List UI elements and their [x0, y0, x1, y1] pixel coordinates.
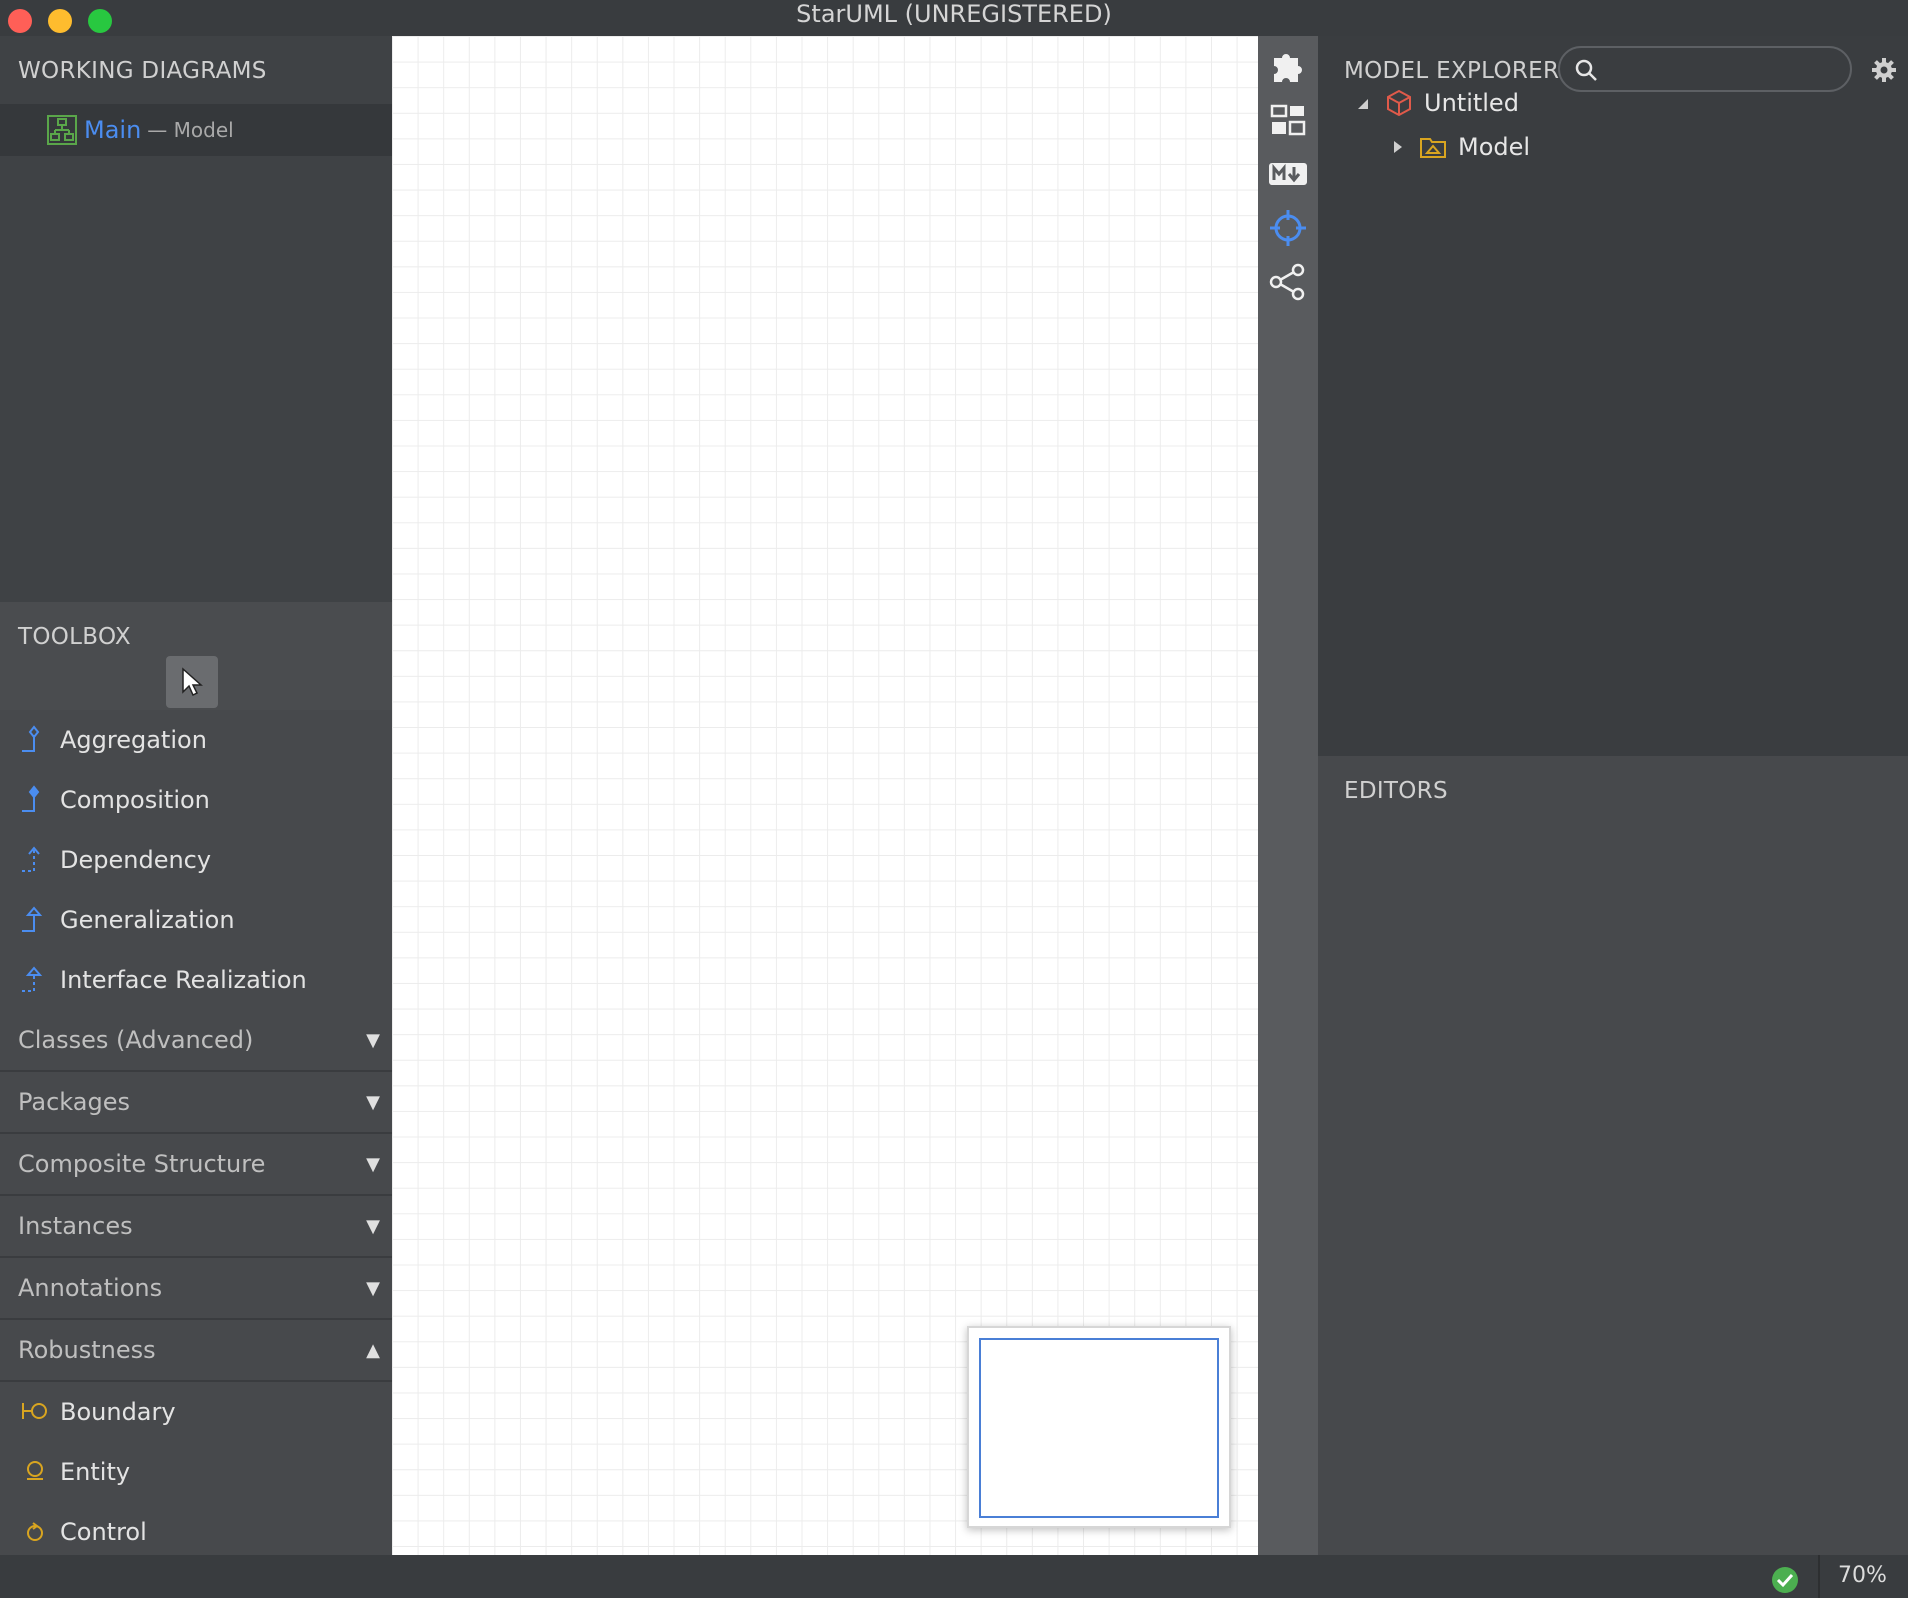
- group-label: Instances: [18, 1212, 133, 1240]
- toolbox-header: TOOLBOX: [0, 602, 392, 710]
- group-label: Classes (Advanced): [18, 1026, 254, 1054]
- aggregation-icon: [22, 725, 40, 752]
- zoom-level[interactable]: 70%: [1838, 1563, 1887, 1588]
- check-circle-icon[interactable]: [1770, 1565, 1800, 1595]
- editors-panel: EDITORS: [1318, 756, 1908, 1555]
- toolbox-group-instances[interactable]: Instances ▼: [0, 1196, 392, 1258]
- tool-aggregation[interactable]: Aggregation: [0, 710, 392, 770]
- gear-icon[interactable]: [1870, 56, 1898, 84]
- entity-icon: [27, 1461, 43, 1480]
- toolbox-list: Aggregation Composition Dependency Gener…: [0, 710, 392, 1562]
- tool-label: Interface Realization: [60, 966, 307, 994]
- working-diagram-name: Main: [84, 116, 142, 144]
- minimap[interactable]: [967, 1326, 1231, 1528]
- editors-title: EDITORS: [1344, 778, 1448, 804]
- composition-icon: [22, 785, 40, 812]
- toolbox-group-packages[interactable]: Packages ▼: [0, 1072, 392, 1134]
- tool-label: Dependency: [60, 846, 212, 874]
- status-divider: [1818, 1555, 1820, 1598]
- triangle-down-icon: ▼: [366, 1216, 380, 1237]
- model-explorer-panel: MODEL EXPLORER Untitled Model: [1318, 36, 1908, 756]
- working-diagrams-title: WORKING DIAGRAMS: [18, 58, 267, 84]
- tool-generalization[interactable]: Generalization: [0, 890, 392, 950]
- tree-item-label: Untitled: [1424, 89, 1519, 117]
- layout-icon[interactable]: [1268, 100, 1308, 140]
- working-diagram-owner: — Model: [147, 118, 234, 142]
- triangle-up-icon: ▲: [366, 1340, 380, 1361]
- pointer-tool-button[interactable]: [166, 656, 218, 708]
- triangle-down-icon: ▼: [366, 1030, 380, 1051]
- toolbox-group-annotations[interactable]: Annotations ▼: [0, 1258, 392, 1320]
- right-icon-bar: [1258, 36, 1318, 1555]
- left-sidebar: WORKING DIAGRAMS Main — Model TOOLBOX Ag…: [0, 36, 392, 1555]
- group-label: Packages: [18, 1088, 130, 1116]
- generalization-icon: [22, 906, 43, 932]
- tool-label: Entity: [60, 1458, 131, 1486]
- status-bar: 70%: [0, 1555, 1908, 1598]
- search-input[interactable]: [1608, 54, 1838, 84]
- triangle-down-icon: ▼: [366, 1278, 380, 1299]
- minimap-viewport[interactable]: [979, 1338, 1219, 1518]
- control-icon: [27, 1522, 43, 1541]
- tool-label: Composition: [60, 786, 210, 814]
- group-label: Robustness: [18, 1336, 156, 1364]
- tool-label: Aggregation: [60, 726, 207, 754]
- expanded-triangle-icon[interactable]: [1354, 93, 1374, 113]
- window-title: StarUML (UNREGISTERED): [796, 0, 1112, 28]
- tool-label: Boundary: [60, 1398, 176, 1426]
- tree-item-model[interactable]: Model: [1388, 132, 1530, 162]
- working-diagrams-panel: WORKING DIAGRAMS Main — Model: [0, 36, 392, 602]
- tool-entity[interactable]: Entity: [0, 1442, 392, 1502]
- triangle-down-icon: ▼: [366, 1092, 380, 1113]
- toolbox-group-composite-structure[interactable]: Composite Structure ▼: [0, 1134, 392, 1196]
- class-diagram-icon: [47, 115, 77, 145]
- triangle-down-icon: ▼: [366, 1154, 380, 1175]
- tool-composition[interactable]: Composition: [0, 770, 392, 830]
- toolbox-title: TOOLBOX: [18, 624, 131, 650]
- boundary-icon: [22, 1403, 47, 1419]
- share-icon[interactable]: [1268, 262, 1308, 302]
- title-bar: StarUML (UNREGISTERED): [0, 0, 1908, 36]
- toolbox-group-robustness[interactable]: Robustness ▲: [0, 1320, 392, 1382]
- tool-interface-realization[interactable]: Interface Realization: [0, 950, 392, 1010]
- interface-realization-icon: [22, 966, 43, 992]
- group-label: Annotations: [18, 1274, 163, 1302]
- diagram-canvas[interactable]: [392, 36, 1258, 1555]
- group-label: Composite Structure: [18, 1150, 266, 1178]
- working-diagram-item-main[interactable]: Main — Model: [0, 104, 392, 156]
- extensions-icon[interactable]: [1268, 46, 1308, 86]
- collapsed-triangle-icon[interactable]: [1388, 137, 1408, 157]
- model-icon: [1420, 138, 1446, 158]
- tool-label: Control: [60, 1518, 147, 1546]
- tool-label: Generalization: [60, 906, 235, 934]
- model-explorer-title: MODEL EXPLORER: [1344, 58, 1560, 84]
- crosshair-icon[interactable]: [1268, 208, 1308, 248]
- markdown-icon[interactable]: [1268, 154, 1308, 194]
- project-icon: [1387, 89, 1411, 117]
- dependency-icon: [22, 846, 40, 872]
- tool-dependency[interactable]: Dependency: [0, 830, 392, 890]
- tool-control[interactable]: Control: [0, 1502, 392, 1562]
- search-icon: [1575, 59, 1597, 81]
- model-explorer-search[interactable]: [1558, 46, 1852, 92]
- pointer-icon: [182, 667, 203, 697]
- tree-item-untitled[interactable]: Untitled: [1354, 88, 1519, 118]
- toolbox-group-classes-advanced[interactable]: Classes (Advanced) ▼: [0, 1010, 392, 1072]
- tree-item-label: Model: [1458, 133, 1531, 161]
- tool-boundary[interactable]: Boundary: [0, 1382, 392, 1442]
